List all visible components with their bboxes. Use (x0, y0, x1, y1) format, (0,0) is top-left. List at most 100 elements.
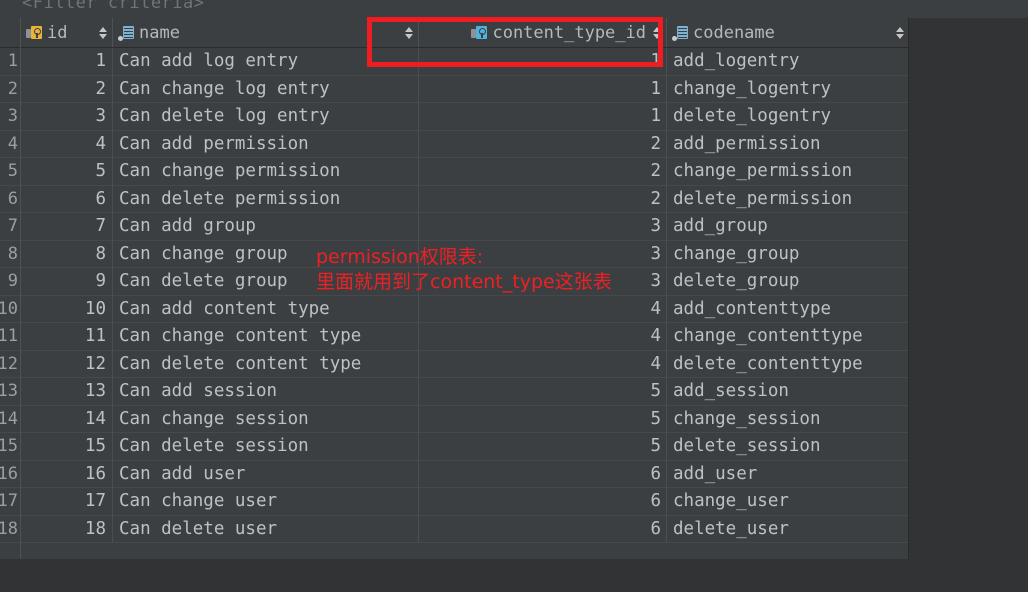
cell-content-type-id[interactable]: 2 (419, 185, 667, 213)
cell-name[interactable]: Can delete group (113, 268, 419, 296)
table-row[interactable]: 4 Can add permission 2 add_permission (21, 130, 908, 159)
cell-name[interactable]: Can change content type (113, 323, 419, 351)
row-number[interactable]: 12 (0, 351, 20, 378)
cell-name[interactable]: Can add session (113, 378, 419, 406)
cell-content-type-id[interactable]: 3 (419, 240, 667, 268)
cell-id[interactable]: 14 (21, 405, 113, 433)
cell-id[interactable]: 1 (21, 48, 113, 76)
table-row[interactable]: 12 Can delete content type 4 delete_content… (21, 350, 908, 379)
cell-codename[interactable]: add_permission (667, 131, 908, 159)
cell-codename[interactable]: delete_contenttype (667, 351, 908, 379)
sort-toggle-codename[interactable] (895, 26, 904, 39)
cell-name[interactable]: Can delete user (113, 515, 419, 543)
cell-content-type-id[interactable]: 1 (419, 103, 667, 131)
cell-codename[interactable]: add_logentry (667, 48, 908, 76)
table-row[interactable]: 1 Can add log entry 1 add_logentry (21, 48, 908, 76)
cell-content-type-id[interactable]: 4 (419, 295, 667, 323)
table-row[interactable]: 16 Can add user 6 add_user (21, 460, 908, 489)
cell-content-type-id[interactable]: 2 (419, 130, 667, 158)
cell-id[interactable]: 5 (21, 158, 113, 186)
row-number[interactable]: 4 (0, 131, 20, 158)
cell-id[interactable]: 6 (21, 185, 113, 213)
table-row[interactable]: 3 Can delete log entry 1 delete_logentry (21, 103, 908, 131)
sort-toggle-content-type-id[interactable] (652, 26, 661, 39)
cell-content-type-id[interactable]: 5 (419, 378, 667, 406)
filter-criteria-bar[interactable]: <Filter criteria> (0, 0, 1028, 18)
cell-codename[interactable]: add_group (667, 213, 908, 241)
cell-codename[interactable]: add_contenttype (667, 296, 908, 324)
cell-id[interactable]: 4 (21, 130, 113, 158)
column-header-name[interactable]: name (113, 18, 419, 47)
row-number[interactable]: 6 (0, 186, 20, 213)
cell-content-type-id[interactable]: 3 (419, 213, 667, 241)
column-header-content-type-id[interactable]: content_type_id (419, 18, 667, 47)
cell-name[interactable]: Can add log entry (113, 48, 419, 76)
cell-content-type-id[interactable]: 1 (419, 75, 667, 103)
cell-id[interactable]: 10 (21, 295, 113, 323)
cell-id[interactable]: 3 (21, 103, 113, 131)
cell-codename[interactable]: change_permission (667, 158, 908, 186)
cell-id[interactable]: 18 (21, 515, 113, 543)
row-number[interactable]: 8 (0, 241, 20, 268)
row-number[interactable]: 13 (0, 378, 20, 406)
cell-name[interactable]: Can change permission (113, 158, 419, 186)
row-number[interactable]: 7 (0, 213, 20, 241)
table-row[interactable]: 5 Can change permission 2 change_permission (21, 158, 908, 186)
cell-id[interactable]: 7 (21, 213, 113, 241)
table-row[interactable]: 11 Can change content type 4 change_content… (21, 323, 908, 351)
row-number[interactable]: 10 (0, 296, 20, 323)
cell-name[interactable]: Can delete log entry (113, 103, 419, 131)
cell-name[interactable]: Can add group (113, 213, 419, 241)
table-row[interactable]: 6 Can delete permission 2 delete_permission (21, 185, 908, 214)
cell-id[interactable]: 12 (21, 350, 113, 378)
cell-name[interactable]: Can change user (113, 488, 419, 516)
row-number[interactable]: 3 (0, 103, 20, 131)
row-number[interactable]: 15 (0, 433, 20, 461)
table-row[interactable]: 15 Can delete session 5 delete_session (21, 433, 908, 461)
cell-content-type-id[interactable]: 4 (419, 350, 667, 378)
cell-name[interactable]: Can delete permission (113, 185, 419, 213)
cell-codename[interactable]: change_logentry (667, 76, 908, 104)
table-row[interactable]: 17 Can change user 6 change_user (21, 488, 908, 516)
cell-id[interactable]: 9 (21, 268, 113, 296)
table-row[interactable]: 10 Can add content type 4 add_contenttype (21, 295, 908, 324)
cell-content-type-id[interactable]: 6 (419, 515, 667, 543)
cell-name[interactable]: Can add content type (113, 295, 419, 323)
cell-id[interactable]: 8 (21, 240, 113, 268)
cell-codename[interactable]: change_session (667, 406, 908, 434)
cell-content-type-id[interactable]: 2 (419, 158, 667, 186)
cell-codename[interactable]: add_session (667, 378, 908, 406)
table-row[interactable]: 9 Can delete group 3 delete_group (21, 268, 908, 296)
row-number[interactable]: 11 (0, 323, 20, 351)
cell-name[interactable]: Can delete content type (113, 350, 419, 378)
cell-content-type-id[interactable]: 3 (419, 268, 667, 296)
sort-toggle-name[interactable] (404, 26, 413, 39)
cell-id[interactable]: 15 (21, 433, 113, 461)
cell-codename[interactable]: delete_group (667, 268, 908, 296)
cell-content-type-id[interactable]: 6 (419, 460, 667, 488)
cell-codename[interactable]: delete_session (667, 433, 908, 461)
cell-name[interactable]: Can change log entry (113, 75, 419, 103)
cell-codename[interactable]: delete_permission (667, 186, 908, 214)
table-row[interactable]: 14 Can change session 5 change_session (21, 405, 908, 434)
row-number[interactable]: 2 (0, 76, 20, 103)
row-number[interactable]: 1 (0, 48, 20, 76)
cell-codename[interactable]: change_contenttype (667, 323, 908, 351)
cell-id[interactable]: 13 (21, 378, 113, 406)
column-header-codename[interactable]: codename (667, 18, 908, 47)
row-number[interactable]: 18 (0, 516, 20, 543)
cell-content-type-id[interactable]: 5 (419, 405, 667, 433)
column-header-id[interactable]: id (21, 18, 113, 47)
cell-codename[interactable]: delete_logentry (667, 103, 908, 131)
sort-toggle-id[interactable] (98, 26, 107, 39)
cell-codename[interactable]: change_group (667, 241, 908, 269)
cell-id[interactable]: 11 (21, 323, 113, 351)
cell-codename[interactable]: delete_user (667, 516, 908, 544)
row-number[interactable]: 16 (0, 461, 20, 488)
table-row[interactable]: 13 Can add session 5 add_session (21, 378, 908, 406)
table-row[interactable]: 2 Can change log entry 1 change_logentry (21, 75, 908, 104)
cell-name[interactable]: Can add permission (113, 130, 419, 158)
cell-codename[interactable]: add_user (667, 461, 908, 489)
table-row[interactable]: 7 Can add group 3 add_group (21, 213, 908, 241)
row-number[interactable]: 17 (0, 488, 20, 516)
